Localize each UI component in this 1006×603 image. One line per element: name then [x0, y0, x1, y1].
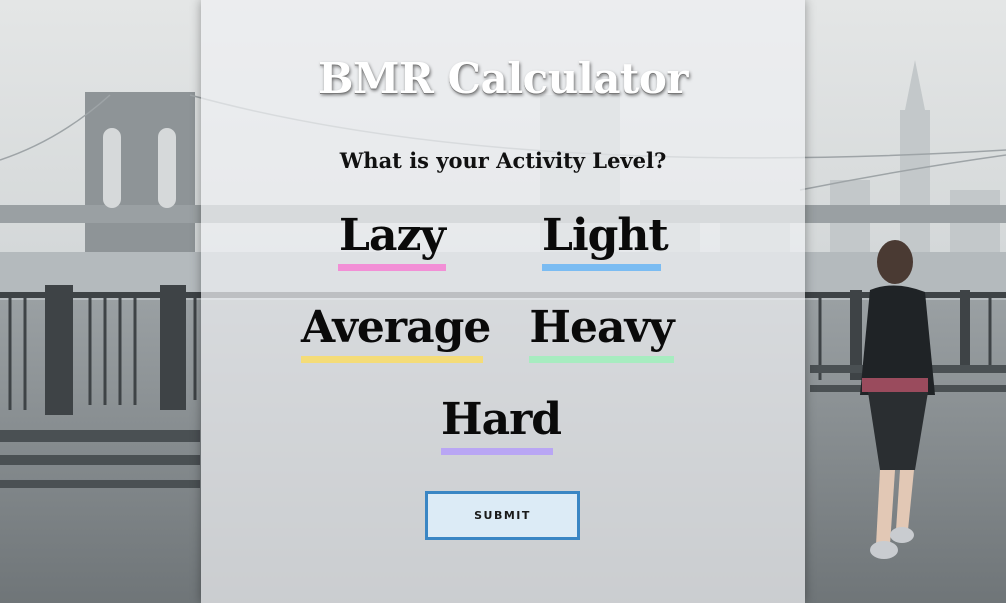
activity-option-label: Light: [542, 210, 669, 261]
activity-option-hard[interactable]: Hard: [441, 394, 562, 455]
activity-option-label: Lazy: [339, 210, 446, 261]
page-title: BMR Calculator: [318, 54, 688, 103]
activity-option-label: Hard: [441, 394, 562, 445]
submit-button[interactable]: SUBMIT: [425, 491, 580, 540]
activity-option-light[interactable]: Light: [542, 210, 669, 271]
activity-question: What is your Activity Level?: [339, 148, 667, 173]
activity-option-heavy[interactable]: Heavy: [529, 302, 675, 363]
activity-option-lazy[interactable]: Lazy: [338, 210, 446, 271]
activity-option-underline: [529, 356, 674, 363]
activity-option-underline: [542, 264, 661, 271]
activity-option-label: Heavy: [529, 302, 674, 353]
activity-option-underline: [301, 356, 483, 363]
calculator-panel: BMR Calculator What is your Activity Lev…: [201, 0, 805, 603]
activity-option-underline: [338, 264, 446, 271]
activity-option-average[interactable]: Average: [301, 302, 491, 363]
activity-option-underline: [441, 448, 553, 455]
activity-option-label: Average: [301, 302, 491, 353]
